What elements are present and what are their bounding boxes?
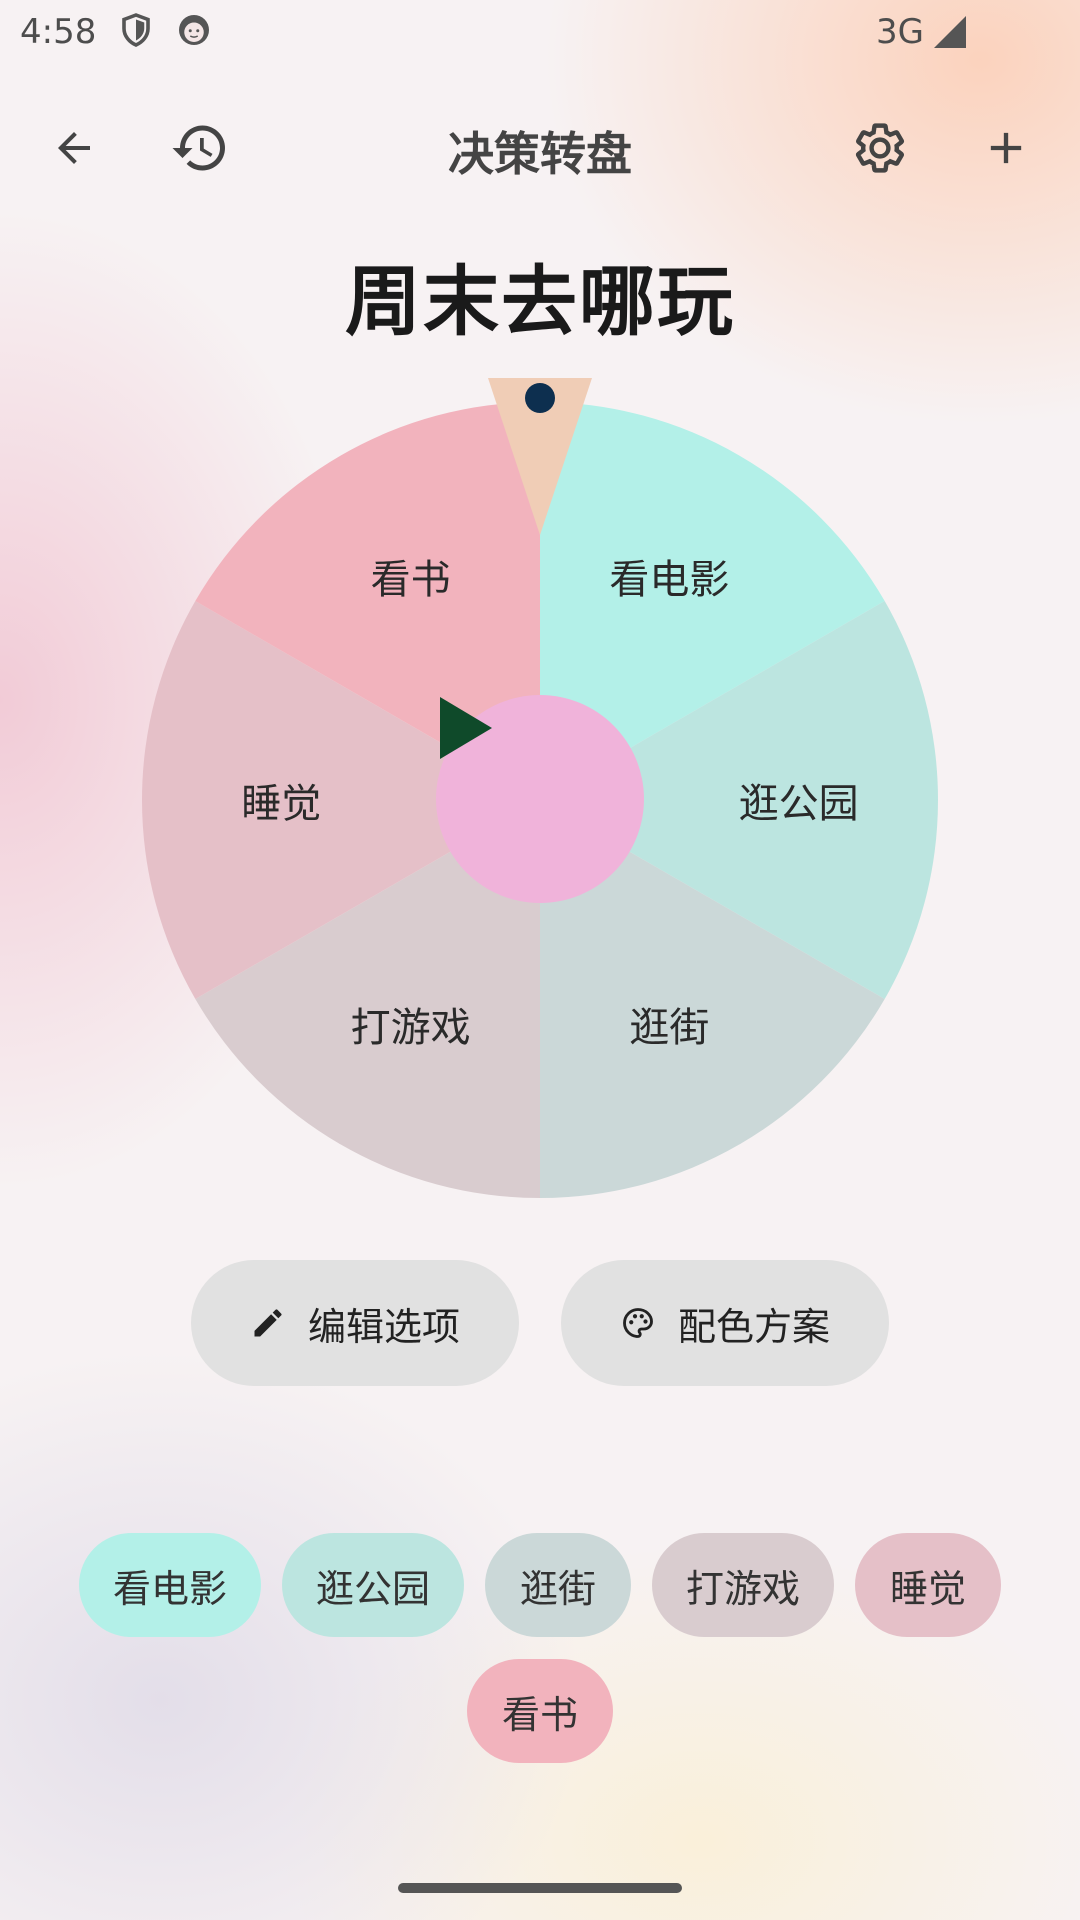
decision-wheel[interactable]: 看电影逛公园逛街 打游戏 睡觉 看书 [140,375,940,1200]
chip-option[interactable]: 看电影 [79,1533,261,1637]
wheel-segment-label: 看书 [370,556,451,603]
wheel-segment-label: 逛街 [629,1005,710,1052]
chip-option[interactable]: 睡觉 [855,1533,1001,1637]
wheel-segment-label: 看电影 [609,556,730,603]
shield-icon [118,12,154,48]
chip-option[interactable]: 看书 [467,1659,613,1763]
wheel-segment-label: 打游戏 [350,1005,471,1052]
signal-icon [934,16,968,48]
status-bar: 4:58 3G [0,0,1080,64]
pencil-icon [254,1309,282,1337]
status-time: 4:58 [20,12,97,52]
play-icon [440,697,492,759]
network-type: 3G [876,12,924,52]
chip-option[interactable]: 打游戏 [652,1533,834,1637]
settings-gear-icon [856,123,904,173]
chip-option[interactable]: 逛公园 [282,1533,464,1637]
spin-button[interactable] [436,695,644,903]
edit-options-label: 编辑选项 [307,1304,460,1349]
add-button[interactable] [966,108,1046,188]
chip-option[interactable]: 逛街 [485,1533,631,1637]
wheel-title: 周末去哪玩 [345,257,735,346]
home-indicator[interactable] [398,1883,682,1893]
settings-button[interactable] [840,108,920,188]
wheel-segment-label: 睡觉 [241,781,322,827]
wheel-segment-label: 逛公园 [738,781,859,827]
palette-icon [623,1308,653,1338]
edit-options-button[interactable]: 编辑选项 [191,1260,519,1386]
app-bar: 决策转盘 [0,100,1080,196]
color-scheme-button[interactable]: 配色方案 [561,1260,889,1386]
wheel-pointer-dot [525,383,555,413]
add-plus-icon [990,132,1022,164]
face-icon [176,12,212,48]
color-scheme-label: 配色方案 [677,1304,830,1349]
